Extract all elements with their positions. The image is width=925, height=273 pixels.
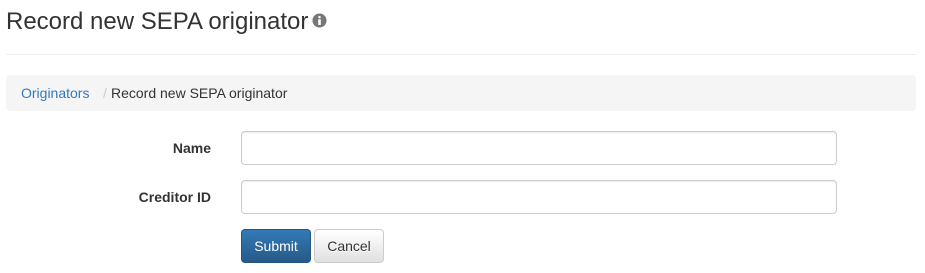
page-header: Record new SEPA originator xyxy=(6,6,916,55)
info-icon[interactable] xyxy=(312,6,327,36)
page-title-text: Record new SEPA originator xyxy=(6,8,309,35)
breadcrumb-link-originators[interactable]: Originators xyxy=(21,75,89,111)
breadcrumb-current: Record new SEPA originator xyxy=(111,85,288,101)
creditor-id-label: Creditor ID xyxy=(138,189,211,205)
submit-button[interactable]: Submit xyxy=(241,229,311,263)
name-label: Name xyxy=(172,140,211,156)
breadcrumb: Originators / Record new SEPA originator xyxy=(6,75,916,111)
cancel-button[interactable]: Cancel xyxy=(314,229,384,263)
name-input[interactable] xyxy=(241,131,837,165)
page: Record new SEPA originator Originators /… xyxy=(0,0,925,273)
creditor-id-input[interactable] xyxy=(241,180,837,214)
page-title: Record new SEPA originator xyxy=(6,7,327,38)
breadcrumb-separator: / xyxy=(103,85,107,101)
